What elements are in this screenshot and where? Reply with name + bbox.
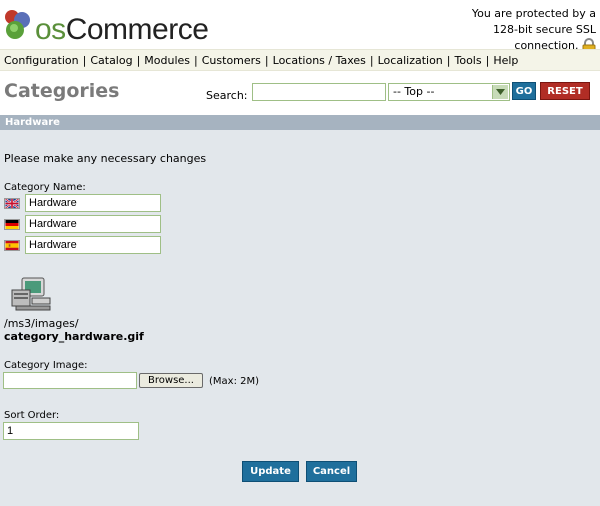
update-button[interactable]: Update	[242, 461, 299, 482]
spain-flag-icon	[4, 239, 20, 251]
category-image-file-input[interactable]	[3, 372, 137, 389]
logo-text: osCommerce	[35, 13, 209, 46]
sort-order-input[interactable]	[3, 422, 139, 440]
ssl-line-1: You are protected by a	[471, 7, 596, 20]
category-image-preview	[11, 277, 51, 311]
ssl-line-2: 128-bit secure SSL	[493, 23, 596, 36]
browse-button[interactable]: Browse...	[139, 373, 203, 388]
menu-item-customers[interactable]: Customers	[198, 54, 265, 67]
uk-flag-icon	[4, 197, 20, 209]
category-name-english-input[interactable]	[25, 194, 161, 212]
image-filename: category_hardware.gif	[4, 330, 144, 343]
menu-item-configuration[interactable]: Configuration	[0, 54, 83, 67]
category-name-label: Category Name:	[4, 182, 86, 193]
menu-item-localization[interactable]: Localization	[374, 54, 447, 67]
category-image-label: Category Image:	[4, 360, 88, 371]
edit-category-panel: Please make any necessary changes Catego…	[0, 130, 600, 506]
logo-icon	[5, 10, 30, 39]
name-row-spanish	[4, 236, 161, 254]
category-select[interactable]: -- Top --	[388, 83, 510, 101]
intro-text: Please make any necessary changes	[4, 152, 207, 165]
menu-item-locations-taxes[interactable]: Locations / Taxes	[269, 54, 370, 67]
search-label: Search:	[206, 89, 248, 102]
category-select-value: -- Top --	[393, 85, 435, 98]
germany-flag-icon	[4, 218, 20, 230]
page-title: Categories	[4, 80, 120, 102]
sort-order-label: Sort Order:	[4, 410, 60, 421]
category-name-german-input[interactable]	[25, 215, 161, 233]
menu-item-help[interactable]: Help	[489, 54, 522, 67]
oscommerce-logo[interactable]: osCommerce	[3, 6, 209, 46]
ssl-notice: You are protected by a 128-bit secure SS…	[426, 6, 596, 54]
section-title: Hardware	[0, 115, 600, 130]
menu-item-tools[interactable]: Tools	[451, 54, 486, 67]
image-path: /ms3/images/	[4, 317, 79, 330]
reset-button[interactable]: RESET	[540, 82, 590, 100]
max-size-note: (Max: 2M)	[209, 376, 260, 387]
header: osCommerce You are protected by a 128-bi…	[0, 0, 600, 54]
name-row-german	[4, 215, 161, 233]
main-menu: Configuration | Catalog | Modules | Custome…	[0, 49, 600, 71]
go-button[interactable]: GO	[512, 82, 536, 100]
search-input[interactable]	[252, 83, 386, 101]
menu-item-catalog[interactable]: Catalog	[86, 54, 136, 67]
cancel-button[interactable]: Cancel	[306, 461, 357, 482]
name-row-english	[4, 194, 161, 212]
category-name-spanish-input[interactable]	[25, 236, 161, 254]
menu-item-modules[interactable]: Modules	[140, 54, 194, 67]
chevron-down-icon[interactable]	[492, 85, 508, 99]
